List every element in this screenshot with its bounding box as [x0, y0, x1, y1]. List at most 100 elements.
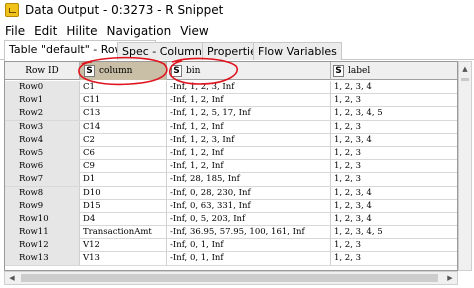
label-cell: 1, 2, 3 — [331, 121, 457, 134]
string-type-icon: S — [84, 65, 95, 77]
menu-navigation[interactable]: Navigation — [106, 24, 171, 38]
column-cell: D10 — [80, 186, 167, 200]
row-id-cell: Row11 — [5, 226, 80, 240]
header-label[interactable]: S label — [331, 62, 457, 80]
table-row[interactable]: Row7 D1 -Inf, 28, 185, Inf 1, 2, 3 — [5, 173, 457, 187]
column-cell: C2 — [80, 133, 167, 147]
bin-cell: -Inf, 28, 185, Inf — [167, 173, 331, 187]
row-id-cell: Row2 — [5, 107, 80, 121]
row-id-cell: Row12 — [5, 239, 80, 253]
horizontal-scroll-thumb[interactable] — [21, 274, 438, 282]
bin-cell: -Inf, 0, 1, Inf — [167, 239, 331, 253]
bin-cell: -Inf, 0, 5, 203, Inf — [167, 212, 331, 226]
table-row[interactable]: Row11 TransactionAmt -Inf, 36.95, 57.95,… — [5, 226, 457, 240]
menu-hilite[interactable]: Hilite — [66, 24, 97, 38]
bin-cell: -Inf, 1, 2, Inf — [167, 146, 331, 160]
column-cell: D4 — [80, 212, 167, 226]
bin-cell: -Inf, 1, 2, Inf — [167, 160, 331, 174]
column-cell: TransactionAmt — [80, 226, 167, 240]
header-row-id[interactable]: Row ID — [5, 62, 80, 80]
label-cell: 1, 2, 3, 4 — [331, 81, 457, 94]
row-id-cell: Row13 — [5, 252, 80, 266]
horizontal-scrollbar[interactable]: ◀ ▶ — [4, 271, 458, 285]
column-cell: D15 — [80, 199, 167, 213]
bin-cell: -Inf, 36.95, 57.95, 100, 161, Inf — [167, 226, 331, 240]
vertical-scrollbar[interactable]: ▲ — [458, 61, 472, 271]
header-bin[interactable]: S bin — [167, 62, 331, 80]
table-header: Row ID S column S bin S label — [5, 62, 457, 80]
column-cell: C9 — [80, 160, 167, 174]
header-row-id-label: Row ID — [25, 66, 59, 76]
string-type-icon: S — [171, 65, 182, 77]
table-row[interactable]: Row13 V13 -Inf, 0, 1, Inf 1, 2, 3 — [5, 252, 457, 266]
menu-edit[interactable]: Edit — [34, 24, 57, 38]
header-label-label: label — [348, 66, 371, 76]
table-body: Row0 C1 -Inf, 1, 2, 3, Inf 1, 2, 3, 4 Ro… — [5, 81, 457, 266]
column-cell: D1 — [80, 173, 167, 187]
header-column-label: column — [99, 66, 133, 76]
bin-cell: -Inf, 1, 2, 3, Inf — [167, 81, 331, 94]
label-cell: 1, 2, 3 — [331, 94, 457, 107]
tab-flow-variables[interactable]: Flow Variables — [253, 42, 342, 60]
bin-cell: -Inf, 0, 28, 230, Inf — [167, 186, 331, 200]
scroll-right-arrow-icon[interactable]: ▶ — [443, 272, 457, 284]
column-cell: V13 — [80, 252, 167, 266]
window-titlebar: Data Output - 0:3273 - R Snippet — [0, 0, 474, 20]
table-row[interactable]: Row8 D10 -Inf, 0, 28, 230, Inf 1, 2, 3, … — [5, 186, 457, 200]
bin-cell: -Inf, 1, 2, Inf — [167, 120, 331, 134]
bin-cell: -Inf, 0, 63, 331, Inf — [167, 199, 331, 213]
menu-view[interactable]: View — [180, 24, 208, 38]
table-row[interactable]: Row5 C6 -Inf, 1, 2, Inf 1, 2, 3 — [5, 146, 457, 161]
table-row[interactable]: Row1 C11 -Inf, 1, 2, Inf 1, 2, 3 — [5, 94, 457, 108]
table-row[interactable]: Row0 C1 -Inf, 1, 2, 3, Inf 1, 2, 3, 4 — [5, 81, 457, 95]
header-bin-label: bin — [186, 66, 201, 76]
label-cell: 1, 2, 3 — [331, 173, 457, 186]
bin-cell: -Inf, 0, 1, Inf — [167, 252, 331, 266]
label-cell: 1, 2, 3, 4 — [331, 213, 457, 226]
bin-cell: -Inf, 1, 2, Inf — [167, 94, 331, 108]
label-cell: 1, 2, 3 — [331, 147, 457, 160]
scroll-up-arrow-icon[interactable]: ▲ — [459, 62, 471, 76]
column-cell: C1 — [80, 81, 167, 94]
table-row[interactable]: Row2 C13 -Inf, 1, 2, 5, 17, Inf 1, 2, 3,… — [5, 107, 457, 121]
label-cell: 1, 2, 3, 4, 5 — [331, 107, 457, 120]
bin-cell: -Inf, 1, 2, 5, 17, Inf — [167, 107, 331, 121]
table-row[interactable]: Row6 C9 -Inf, 1, 2, Inf 1, 2, 3 — [5, 160, 457, 174]
label-cell: 1, 2, 3, 4 — [331, 134, 457, 147]
column-cell: C11 — [80, 94, 167, 108]
row-id-cell: Row4 — [5, 133, 80, 147]
column-cell: C14 — [80, 120, 167, 134]
row-id-cell: Row8 — [5, 186, 80, 200]
row-id-cell: Row10 — [5, 212, 80, 226]
column-cell: C13 — [80, 107, 167, 121]
table-row[interactable]: Row12 V12 -Inf, 0, 1, Inf 1, 2, 3 — [5, 239, 457, 253]
row-id-cell: Row3 — [5, 120, 80, 134]
string-type-icon: S — [333, 65, 344, 77]
menu-bar: File Edit Hilite Navigation View — [0, 21, 474, 40]
column-cell: C6 — [80, 146, 167, 160]
table-row[interactable]: Row4 C2 -Inf, 1, 2, 3, Inf 1, 2, 3, 4 — [5, 133, 457, 147]
row-id-cell: Row7 — [5, 173, 80, 187]
tab-bar: Table "default" - Rows: 39 Spec - Column… — [0, 40, 474, 61]
scroll-left-arrow-icon[interactable]: ◀ — [5, 272, 19, 284]
label-cell: 1, 2, 3, 4 — [331, 200, 457, 213]
label-cell: 1, 2, 3, 4 — [331, 187, 457, 200]
data-table: Row ID S column S bin S label Row0 C1 -I… — [4, 61, 458, 271]
vertical-scroll-thumb[interactable] — [461, 78, 469, 81]
row-id-cell: Row6 — [5, 160, 80, 174]
row-id-cell: Row1 — [5, 94, 80, 108]
label-cell: 1, 2, 3 — [331, 252, 457, 265]
table-row[interactable]: Row3 C14 -Inf, 1, 2, Inf 1, 2, 3 — [5, 120, 457, 134]
window-title: Data Output - 0:3273 - R Snippet — [25, 3, 224, 17]
label-cell: 1, 2, 3 — [331, 160, 457, 173]
row-id-cell: Row9 — [5, 199, 80, 213]
row-id-cell: Row5 — [5, 146, 80, 160]
label-cell: 1, 2, 3 — [331, 239, 457, 252]
label-cell: 1, 2, 3, 4, 5 — [331, 226, 457, 239]
table-row[interactable]: Row9 D15 -Inf, 0, 63, 331, Inf 1, 2, 3, … — [5, 199, 457, 213]
knime-node-icon — [5, 3, 19, 17]
bin-cell: -Inf, 1, 2, 3, Inf — [167, 133, 331, 147]
header-column[interactable]: S column — [80, 62, 167, 80]
menu-file[interactable]: File — [5, 24, 25, 38]
table-row[interactable]: Row10 D4 -Inf, 0, 5, 203, Inf 1, 2, 3, 4 — [5, 212, 457, 227]
